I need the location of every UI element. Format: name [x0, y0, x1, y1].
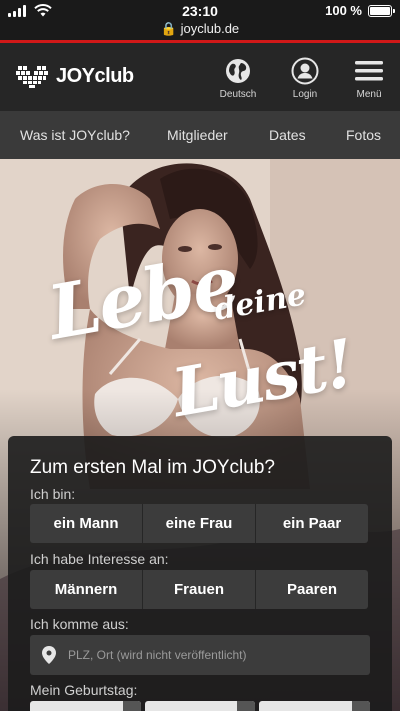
birthday-selects: [30, 701, 371, 711]
nav-item-was-ist-joyclub[interactable]: Was ist JOYclub?: [20, 127, 130, 143]
from-label: Ich komme aus:: [30, 616, 129, 632]
nav-item-mitglieder[interactable]: Mitglieder: [167, 127, 228, 143]
gender-selector: ein Mann eine Frau ein Paar: [30, 504, 368, 543]
option-eine-frau[interactable]: eine Frau: [143, 504, 256, 543]
menu-button[interactable]: Menü: [341, 57, 397, 100]
chevron-down-icon: [122, 701, 141, 711]
language-button[interactable]: Deutsch: [210, 57, 266, 100]
signup-panel: Zum ersten Mal im JOYclub? Ich bin: ein …: [8, 436, 392, 711]
birthday-year-select[interactable]: [259, 701, 371, 711]
nav-item-dates[interactable]: Dates: [269, 127, 306, 143]
chevron-down-icon: [237, 701, 256, 711]
birthday-day-select[interactable]: [30, 701, 141, 711]
login-label: Login: [292, 89, 318, 100]
interest-selector: Männern Frauen Paaren: [30, 570, 368, 609]
nav-item-fotos[interactable]: Fotos: [346, 127, 381, 143]
globe-icon: [226, 59, 250, 83]
birthday-label: Mein Geburtstag:: [30, 682, 138, 698]
i-am-label: Ich bin:: [30, 486, 76, 502]
signup-title: Zum ersten Mal im JOYclub?: [30, 457, 275, 478]
menu-label: Menü: [356, 89, 382, 100]
heart-logo-icon: [16, 66, 48, 88]
option-paaren[interactable]: Paaren: [256, 570, 368, 609]
option-ein-mann[interactable]: ein Mann: [30, 504, 143, 543]
hero-tagline: Lebe deine Lust!: [40, 239, 370, 432]
main-nav: Was ist JOYclub? Mitglieder Dates Fotos: [0, 111, 400, 159]
location-pin-icon: [42, 646, 56, 664]
interest-label: Ich habe Interesse an:: [30, 551, 169, 567]
location-input[interactable]: PLZ, Ort (wird nicht veröffentlicht): [30, 635, 370, 675]
option-maennern[interactable]: Männern: [30, 570, 143, 609]
chevron-down-icon: [352, 701, 371, 711]
login-button[interactable]: Login: [277, 57, 333, 100]
status-right: 100 %: [325, 3, 395, 18]
url-text: joyclub.de: [180, 21, 240, 36]
location-placeholder: PLZ, Ort (wird nicht veröffentlicht): [68, 648, 247, 662]
site-header: JOYclub Deutsch Login Menü: [0, 43, 400, 111]
option-frauen[interactable]: Frauen: [143, 570, 256, 609]
hamburger-menu-icon: [355, 61, 383, 81]
lock-icon: 🔒: [160, 21, 177, 36]
address-bar[interactable]: 🔒 joyclub.de: [0, 21, 400, 37]
battery-icon: [368, 4, 395, 17]
joyclub-logo[interactable]: JOYclub: [16, 63, 134, 89]
user-icon: [291, 57, 319, 85]
logo-text: JOYclub: [56, 64, 134, 87]
language-label: Deutsch: [219, 89, 257, 100]
option-ein-paar[interactable]: ein Paar: [256, 504, 368, 543]
status-bar: 23:10 🔒 joyclub.de 100 %: [0, 0, 400, 40]
birthday-month-select[interactable]: [144, 701, 256, 711]
battery-percent: 100 %: [325, 3, 362, 18]
